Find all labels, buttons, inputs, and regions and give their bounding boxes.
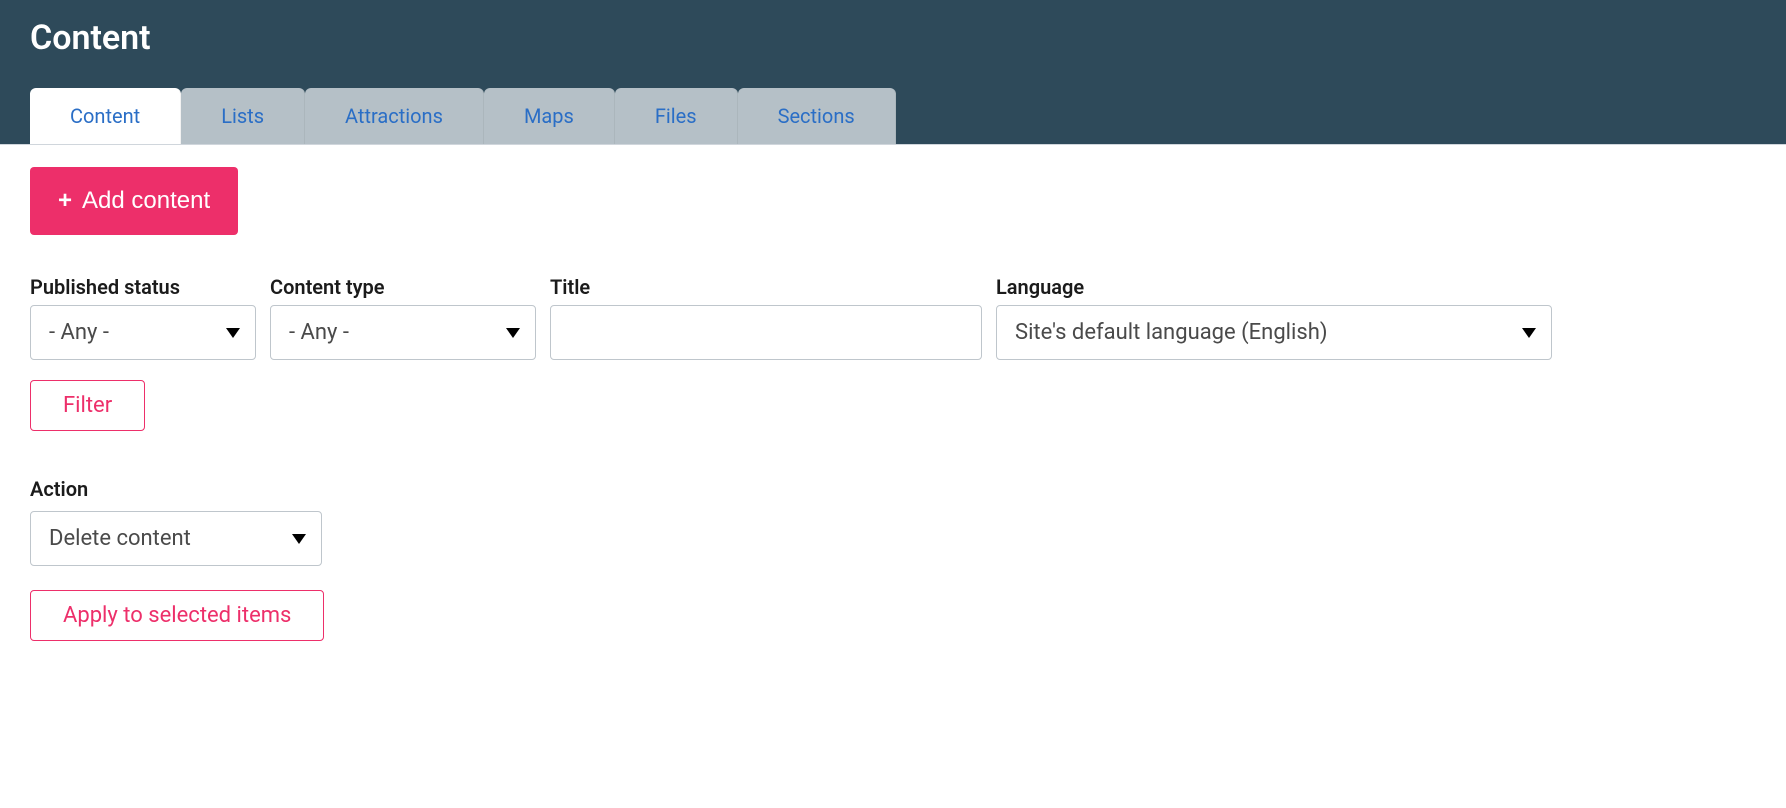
filter-type-select[interactable]: - Any - (270, 305, 536, 360)
bulk-action-label: Action (30, 477, 1756, 501)
content-area: + Add content Published status - Any - C… (0, 144, 1786, 663)
filter-status-label: Published status (30, 275, 256, 299)
bulk-action-section: Action Delete content Apply to selected … (30, 477, 1756, 641)
tab-sections[interactable]: Sections (738, 88, 896, 144)
filter-title-input[interactable] (550, 305, 982, 360)
filter-title-group: Title (550, 275, 982, 360)
filter-button[interactable]: Filter (30, 380, 145, 431)
tab-attractions[interactable]: Attractions (305, 88, 484, 144)
tabs: Content Lists Attractions Maps Files Sec… (30, 88, 1756, 144)
tab-maps[interactable]: Maps (484, 88, 615, 144)
filter-language-label: Language (996, 275, 1552, 299)
add-content-button[interactable]: + Add content (30, 167, 238, 235)
filter-language-select[interactable]: Site's default language (English) (996, 305, 1552, 360)
filter-status-group: Published status - Any - (30, 275, 256, 360)
plus-icon: + (58, 189, 72, 213)
filter-type-group: Content type - Any - (270, 275, 536, 360)
filter-language-group: Language Site's default language (Englis… (996, 275, 1552, 360)
filter-status-select[interactable]: - Any - (30, 305, 256, 360)
filters: Published status - Any - Content type - … (30, 275, 1756, 360)
filter-type-label: Content type (270, 275, 536, 299)
page-title: Content (30, 18, 1756, 58)
tab-content[interactable]: Content (30, 88, 181, 144)
tab-files[interactable]: Files (615, 88, 738, 144)
bulk-action-select[interactable]: Delete content (30, 511, 322, 566)
filter-title-label: Title (550, 275, 982, 299)
add-content-label: Add content (82, 187, 210, 215)
tab-lists[interactable]: Lists (181, 88, 305, 144)
apply-button[interactable]: Apply to selected items (30, 590, 324, 641)
